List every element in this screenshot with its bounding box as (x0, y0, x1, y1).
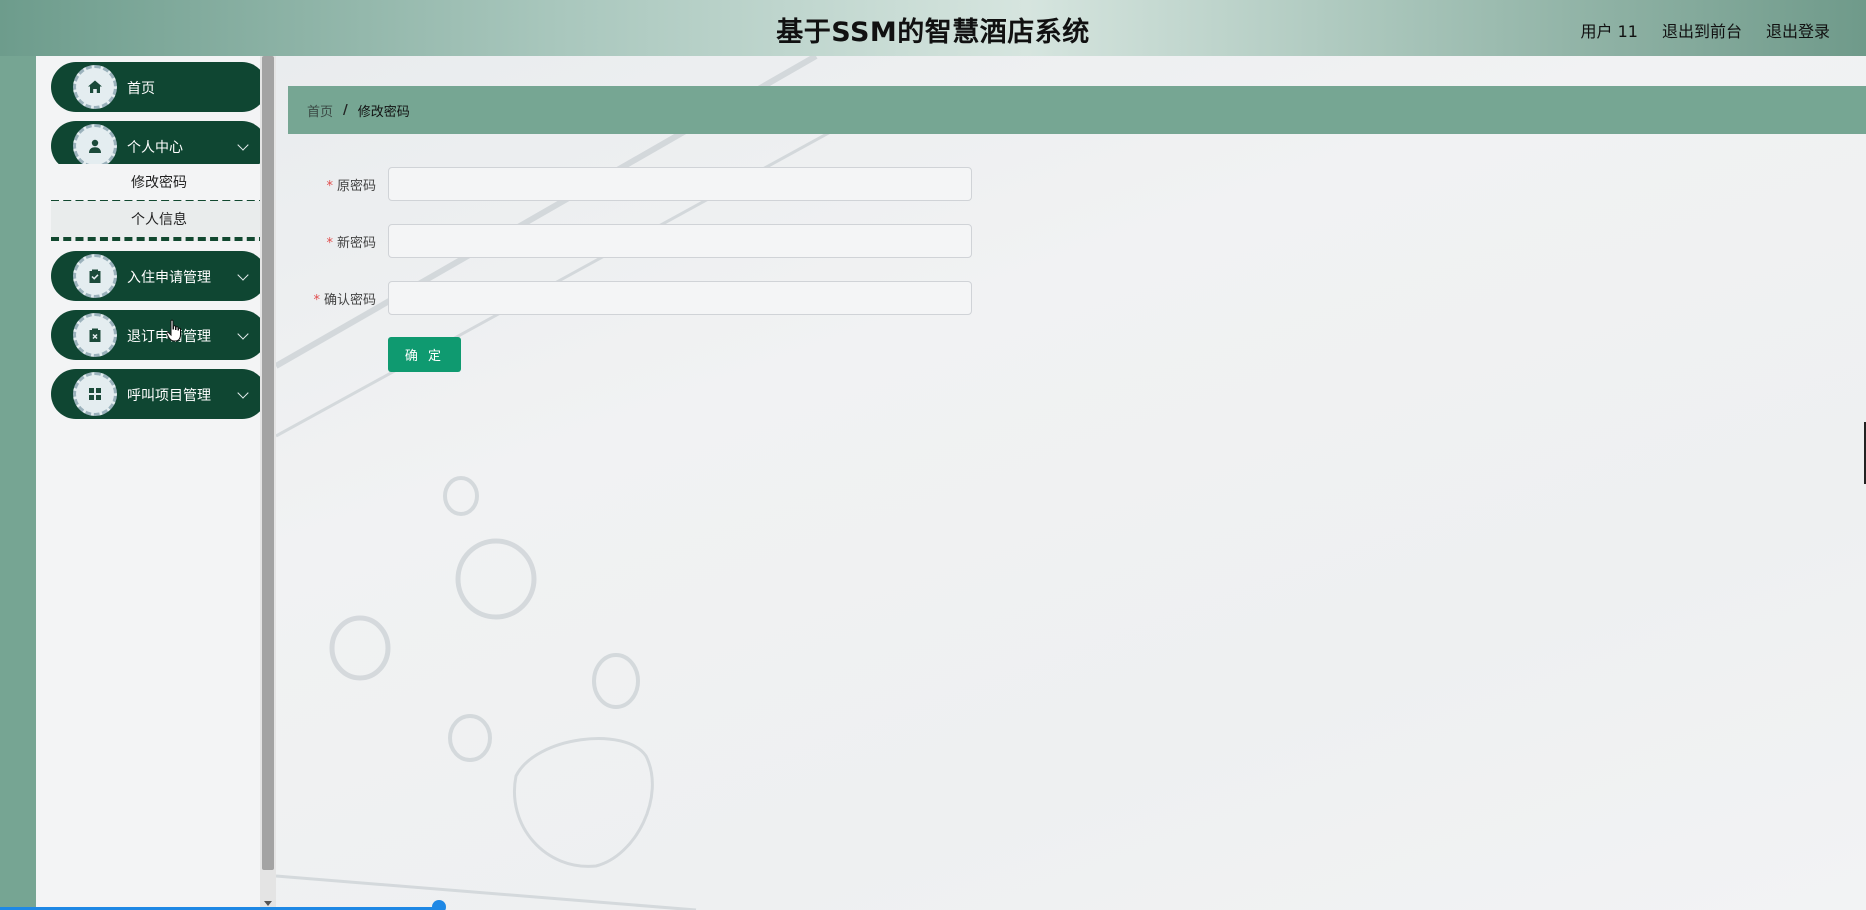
sidebar-item-label: 入住申请管理 (127, 270, 211, 286)
confirm-password-label: * 确认密码 (313, 292, 376, 308)
old-password-label: * 原密码 (326, 178, 376, 194)
required-mark: * (326, 178, 333, 194)
submenu-item-change-password[interactable]: 修改密码 (51, 164, 267, 204)
top-header: 基于SSM的智慧酒店系统 用户 11 退出到前台 退出登录 (0, 0, 1866, 56)
sidebar: 首页 个人中心 修改密码 个人信息 入住申请管理 退订申请管理 呼叫项目管理 (36, 56, 267, 910)
breadcrumb-separator: / (343, 102, 348, 118)
progress-indicator-dot (432, 900, 446, 910)
sidebar-item-cancellation-management[interactable]: 退订申请管理 (51, 310, 267, 360)
home-icon (73, 65, 117, 109)
chevron-down-icon (237, 328, 249, 340)
left-accent-strip (0, 56, 36, 910)
required-mark: * (313, 292, 320, 308)
exit-to-front-link[interactable]: 退出到前台 (1662, 18, 1742, 42)
clipboard-x-icon (73, 313, 117, 357)
logout-link[interactable]: 退出登录 (1766, 18, 1830, 42)
chevron-down-icon (237, 387, 249, 399)
sidebar-item-checkin-management[interactable]: 入住申请管理 (51, 251, 267, 301)
user-icon (73, 124, 117, 168)
mouse-cursor-hand-icon (166, 319, 181, 342)
clipboard-check-icon (73, 254, 117, 298)
chevron-down-icon (237, 139, 249, 151)
submenu-item-label: 个人信息 (131, 212, 187, 228)
submenu-item-label: 修改密码 (131, 175, 187, 191)
sidebar-scrollbar[interactable] (260, 56, 276, 910)
breadcrumb: 首页 / 修改密码 (288, 86, 1866, 134)
confirm-button[interactable]: 确 定 (388, 337, 461, 372)
scroll-down-arrow-icon[interactable] (264, 901, 272, 906)
sidebar-item-home[interactable]: 首页 (51, 62, 267, 112)
confirm-password-input[interactable] (388, 281, 972, 315)
header-links: 用户 11 退出到前台 退出登录 (1581, 18, 1830, 42)
new-password-input[interactable] (388, 224, 972, 258)
required-mark: * (326, 235, 333, 251)
grid-icon (73, 372, 117, 416)
confirm-password-row: * 确认密码 (288, 280, 972, 316)
submenu-item-personal-info[interactable]: 个人信息 (51, 201, 267, 241)
old-password-input[interactable] (388, 167, 972, 201)
old-password-row: * 原密码 (288, 166, 972, 202)
sidebar-item-label: 个人中心 (127, 140, 183, 156)
sidebar-item-label: 首页 (127, 81, 155, 97)
new-password-label: * 新密码 (326, 235, 376, 251)
main-content: 首页 / 修改密码 * 原密码 * 新密码 * 确认密码 确 定 (276, 56, 1866, 910)
sidebar-item-call-service-management[interactable]: 呼叫项目管理 (51, 369, 267, 419)
new-password-row: * 新密码 (288, 223, 972, 259)
scrollbar-thumb[interactable] (262, 56, 274, 870)
sidebar-item-label: 呼叫项目管理 (127, 388, 211, 404)
breadcrumb-home-link[interactable]: 首页 (307, 101, 333, 120)
chevron-down-icon (237, 269, 249, 281)
breadcrumb-current: 修改密码 (357, 104, 410, 120)
current-user-link[interactable]: 用户 11 (1581, 18, 1638, 42)
